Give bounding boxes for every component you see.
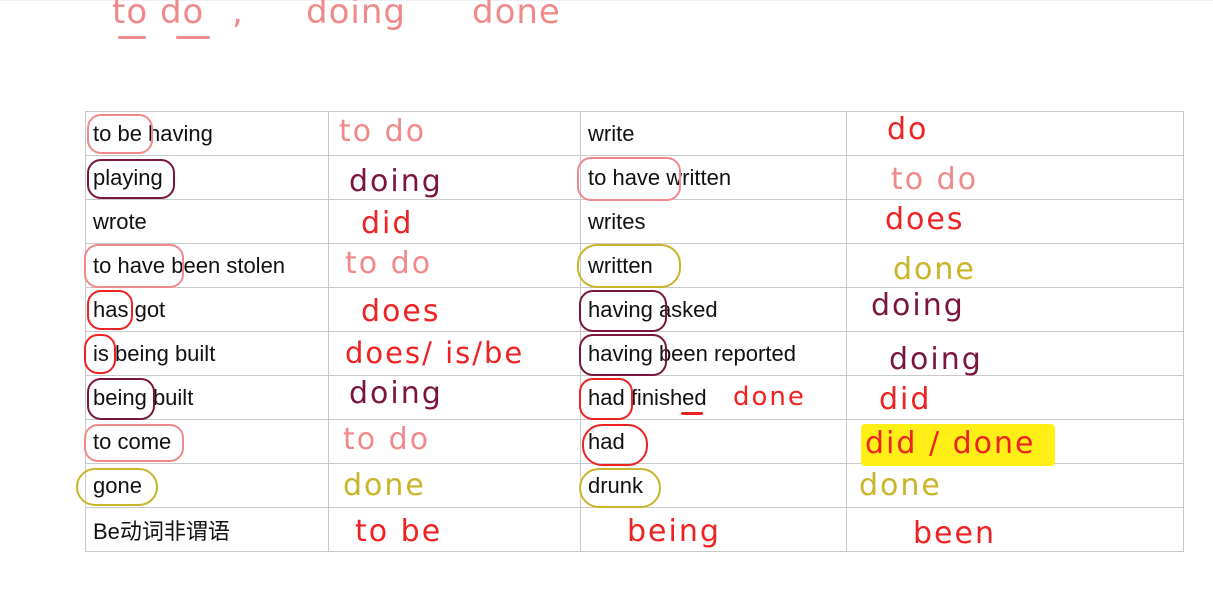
verb-text: has got <box>93 296 166 322</box>
answer-cell: did <box>846 375 1184 420</box>
table-row: has got does having asked doing <box>85 287 1184 332</box>
verb-text: to come <box>93 428 172 454</box>
handwritten-answer: doing <box>349 164 443 199</box>
verb-cell: writes <box>580 199 847 244</box>
verb-text: wrote <box>93 208 147 234</box>
handwritten-answer: being <box>627 514 721 549</box>
table-row: playing doing to have written to do <box>85 155 1184 201</box>
verb-text: writes <box>588 208 646 234</box>
answer-cell: does/ is/be <box>328 331 581 376</box>
verb-text: being built <box>93 384 194 410</box>
verb-text: Be动词非谓语 <box>93 518 230 544</box>
verb-text: had finished <box>588 384 707 410</box>
table-row: is being built does/ is/be having been r… <box>84 331 1184 377</box>
handwritten-answer: doing <box>889 342 983 377</box>
table-row: to come to do had did / done <box>84 419 1184 466</box>
heading-annotation-doing: doing <box>306 0 406 32</box>
verb-cell: has got <box>85 287 329 332</box>
verb-cell: having been reported <box>579 331 847 376</box>
heading-annotation-done: done <box>472 0 561 32</box>
handwritten-answer: to do <box>891 162 979 197</box>
handwritten-answer: done <box>893 252 976 287</box>
answer-cell: do <box>846 111 1184 156</box>
heading-underline-do <box>176 36 210 39</box>
handwritten-answer: been <box>913 516 996 551</box>
handwritten-answer: to do <box>345 246 433 281</box>
verb-form-table: to be having to do write do playing doin… <box>76 111 1184 552</box>
table-row: being built doing had finished done did <box>85 375 1184 420</box>
heading-underline-to <box>118 36 146 39</box>
verb-cell: is being built <box>84 331 329 376</box>
handwritten-answer: to be <box>355 514 443 549</box>
verb-text: having asked <box>588 296 718 322</box>
verb-cell: wrote <box>85 199 329 244</box>
answer-cell: doing <box>328 375 581 420</box>
answer-cell: done <box>328 463 581 508</box>
answer-cell: to be <box>328 507 581 552</box>
answer-cell: does <box>328 287 581 332</box>
handwritten-answer: did <box>879 382 932 417</box>
verb-text: is being built <box>93 340 216 366</box>
verb-text: to have been stolen <box>93 252 286 278</box>
verb-text: to be having <box>93 120 213 146</box>
answer-cell: did <box>328 199 581 244</box>
verb-cell: write <box>580 111 847 156</box>
handwritten-answer: does <box>361 294 441 329</box>
verb-cell: to come <box>84 419 329 464</box>
verb-cell: gone <box>76 463 329 508</box>
verb-cell: being built <box>85 375 329 420</box>
handwritten-answer: done <box>859 468 942 503</box>
verb-cell: to have been stolen <box>84 243 329 288</box>
handwritten-answer: did / done <box>865 426 1036 461</box>
answer-cell: been <box>846 507 1184 552</box>
table-row: gone done drunk done <box>76 463 1184 508</box>
handwritten-answer: does/ is/be <box>345 336 525 370</box>
verb-text: had <box>588 428 625 454</box>
verb-text: gone <box>93 472 142 498</box>
underline-mark <box>681 412 703 415</box>
verb-text: drunk <box>588 472 644 498</box>
verb-text: having been reported <box>588 340 796 366</box>
answer-cell: to do <box>328 419 581 464</box>
answer-cell: to do <box>846 155 1184 200</box>
verb-text: written <box>588 252 653 278</box>
verb-cell: to have written <box>577 155 847 201</box>
handwritten-answer: to do <box>343 422 431 457</box>
verb-cell: written <box>577 243 847 288</box>
verb-text: to have written <box>588 164 732 190</box>
table-row: Be动词非谓语 to be being been <box>85 507 1184 552</box>
verb-cell: drunk <box>579 463 847 508</box>
answer-cell: doing <box>846 331 1184 377</box>
table-row: to be having to do write do <box>85 111 1184 156</box>
answer-cell: does <box>846 199 1184 244</box>
handwritten-answer: doing <box>349 376 443 411</box>
answer-cell: doing <box>328 155 581 200</box>
verb-text: playing <box>93 164 163 190</box>
answer-cell: doing <box>846 287 1184 332</box>
handwritten-answer: to do <box>339 114 427 149</box>
verb-cell: had <box>580 419 847 466</box>
handwritten-answer: did <box>361 206 414 241</box>
verb-cell: had finished done <box>579 375 847 420</box>
handwritten-answer: do <box>887 112 929 147</box>
verb-cell: having asked <box>579 287 847 332</box>
answer-cell: done <box>846 463 1184 508</box>
answer-cell: did / done <box>846 419 1184 466</box>
verb-text: write <box>588 120 635 146</box>
heading-annotation-to-do: to do <box>112 0 205 32</box>
handwritten-answer: doing <box>871 288 965 323</box>
verb-cell: Be动词非谓语 <box>85 507 329 552</box>
handwritten-note: done <box>733 382 806 412</box>
answer-cell: being <box>580 507 847 552</box>
heading-annotation-comma: , <box>232 0 244 32</box>
handwritten-answer: does <box>885 202 965 237</box>
table-row: wrote did writes does <box>85 199 1184 244</box>
answer-cell: to do <box>328 111 581 156</box>
verb-cell: playing <box>85 155 329 200</box>
answer-cell: to do <box>328 243 581 288</box>
verb-cell: to be having <box>85 111 329 156</box>
answer-cell: done <box>846 243 1184 288</box>
handwritten-answer: done <box>343 468 426 503</box>
table-row: to have been stolen to do written done <box>84 243 1184 288</box>
